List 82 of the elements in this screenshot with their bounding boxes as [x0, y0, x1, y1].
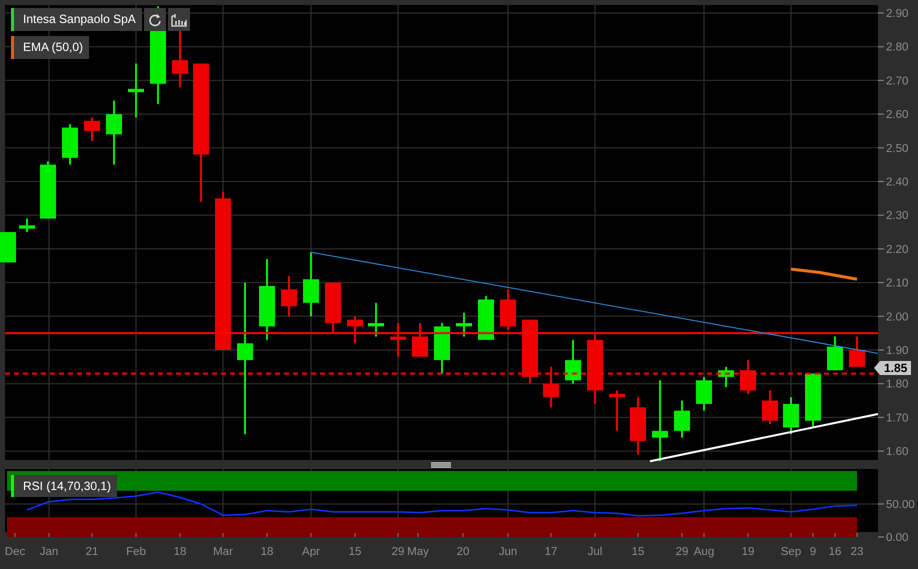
- candlestick: [84, 117, 100, 142]
- candlestick: [412, 323, 428, 357]
- candlestick: [456, 312, 472, 337]
- price-tick-label: 2.60: [886, 109, 908, 122]
- candlestick: [40, 161, 56, 219]
- candlestick: [128, 64, 144, 118]
- candlestick: [805, 374, 821, 428]
- rsi-tick-label: 50.00: [886, 499, 915, 511]
- candlestick: [281, 276, 297, 316]
- candlestick: [500, 289, 516, 330]
- refresh-icon: [148, 12, 162, 26]
- indicator-label[interactable]: RSI (14,70,30,1): [11, 475, 118, 497]
- candlestick: [565, 340, 581, 384]
- candlestick: [0, 232, 16, 262]
- date-label: 29: [676, 546, 688, 558]
- date-label: 15: [348, 546, 362, 558]
- date-label: 23: [850, 546, 864, 558]
- price-tick-label: 2.10: [886, 278, 908, 290]
- date-label: Mar: [213, 546, 233, 558]
- price-tick-label: 2.70: [886, 75, 908, 88]
- price-tick-label: 2.40: [886, 176, 908, 188]
- candlestick: [478, 296, 494, 340]
- candlestick: [390, 323, 406, 357]
- price-tick-label: 2.00: [886, 311, 908, 324]
- price-tick-label: 2.30: [886, 210, 908, 222]
- price-tick-label: 2.50: [886, 142, 908, 155]
- candlestick: [718, 366, 734, 388]
- date-label: Jun: [498, 546, 518, 558]
- date-label: 19: [742, 546, 754, 558]
- date-label: 15: [632, 546, 644, 558]
- instrument-label[interactable]: Intesa Sanpaolo SpA: [11, 8, 142, 31]
- date-label: 16: [828, 546, 842, 558]
- price-tick-label: 1.90: [886, 345, 908, 357]
- date-label: 9: [810, 546, 816, 558]
- date-label: 29: [392, 546, 404, 558]
- candlestick: [783, 397, 799, 434]
- candlestick: [587, 333, 603, 404]
- date-label: Dec: [4, 546, 26, 558]
- candlestick: [849, 336, 865, 367]
- date-label: Sep: [780, 546, 802, 558]
- candlestick: [543, 366, 559, 408]
- ema-line: [790, 268, 858, 281]
- date-label: Aug: [694, 546, 714, 558]
- last-price-label: 1.85: [874, 361, 912, 375]
- candlestick: [522, 320, 538, 384]
- date-label: 20: [456, 546, 470, 558]
- price-tick-label: 1.60: [886, 446, 908, 458]
- candlestick: [630, 397, 646, 454]
- candlestick: [434, 323, 450, 374]
- date-label: May: [407, 546, 429, 558]
- date-label: 18: [174, 546, 186, 558]
- candlestick: [740, 360, 756, 394]
- candlestick: [303, 252, 319, 316]
- date-label: Feb: [126, 546, 146, 558]
- bar-chart-icon: [170, 12, 187, 26]
- date-label: Jan: [40, 546, 58, 558]
- candlestick: [325, 282, 341, 334]
- date-label: Jul: [588, 546, 602, 558]
- candlestick: [106, 100, 122, 165]
- date-label: Apr: [302, 546, 320, 558]
- indicator-label[interactable]: EMA (50,0): [11, 36, 90, 59]
- price-tick-label: 1.80: [886, 378, 908, 391]
- rsi-tick-label: 0.00: [886, 532, 908, 544]
- candlestick: [674, 400, 690, 438]
- refresh-button[interactable]: [144, 8, 166, 31]
- date-label: 21: [86, 546, 98, 558]
- date-label: 17: [544, 546, 558, 558]
- chart-settings-button[interactable]: [168, 8, 190, 31]
- date-label: 18: [260, 546, 274, 558]
- candlestick: [696, 376, 712, 411]
- candlestick: [762, 390, 778, 424]
- candlestick: [19, 218, 35, 232]
- price-tick-label: 2.90: [886, 8, 908, 20]
- price-tick-label: 2.20: [886, 244, 908, 256]
- resize-handle-icon[interactable]: [430, 462, 452, 468]
- price-tick-label: 2.80: [886, 42, 908, 54]
- candlestick: [62, 124, 78, 165]
- candlestick: [609, 390, 625, 431]
- candlestick: [347, 316, 363, 344]
- candlestick: [827, 336, 843, 370]
- candlestick: [368, 302, 384, 337]
- price-tick-label: 1.70: [886, 412, 908, 424]
